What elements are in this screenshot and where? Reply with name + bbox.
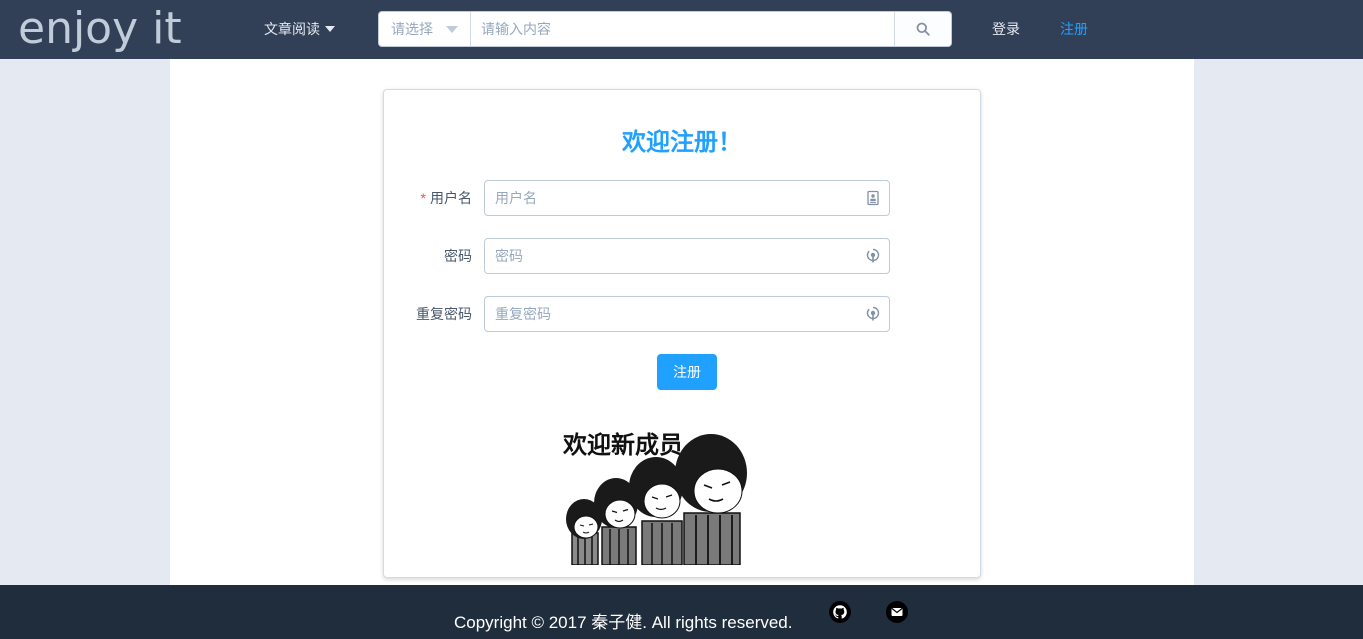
github-icon[interactable]: [828, 600, 852, 624]
username-label-text: 用户名: [430, 190, 472, 206]
search-category-select[interactable]: 请选择: [379, 12, 471, 46]
nav-login-link[interactable]: 登录: [992, 19, 1020, 39]
password-lock-icon: [866, 248, 880, 263]
search-bar: 请选择: [378, 11, 952, 47]
site-logo[interactable]: enjoy it: [18, 2, 182, 56]
register-submit-button[interactable]: 注册: [657, 354, 717, 390]
password-label: 密码: [444, 248, 472, 264]
copyright-text: Copyright © 2017 秦子健. All rights reserve…: [454, 613, 793, 632]
repeat-password-field-wrap: [484, 296, 890, 332]
register-title: 欢迎注册！: [622, 129, 742, 156]
username-row: * 用户名: [384, 180, 980, 216]
password-field-wrap: [484, 238, 890, 274]
nav-article-read-label: 文章阅读: [264, 21, 320, 37]
nav-register-link[interactable]: 注册: [1060, 19, 1088, 39]
username-input[interactable]: [485, 181, 889, 215]
page-footer: Copyright © 2017 秦子健. All rights reserve…: [0, 585, 1363, 639]
password-row: 密码: [384, 238, 980, 274]
required-asterisk: *: [420, 190, 426, 206]
caret-down-icon: [446, 25, 458, 33]
search-input[interactable]: [471, 12, 894, 46]
username-field-wrap: [484, 180, 890, 216]
welcome-meme-image: 欢迎新成员: [556, 415, 806, 565]
username-label: * 用户名: [421, 180, 472, 216]
password-lock-icon: [866, 306, 880, 321]
meme-cartoon-figures: [566, 434, 747, 565]
search-icon: [916, 22, 930, 36]
caret-down-icon: [325, 26, 335, 32]
top-navbar: enjoy it 文章阅读 请选择 登录 注册: [0, 0, 1363, 59]
repeat-password-label: 重复密码: [416, 306, 472, 322]
password-input[interactable]: [485, 239, 889, 273]
repeat-password-row: 重复密码: [384, 296, 980, 332]
id-card-icon: [867, 190, 879, 206]
repeat-password-input[interactable]: [485, 297, 889, 331]
register-card: 欢迎注册！ *用户名 密码 重: [383, 89, 981, 578]
search-button[interactable]: [894, 12, 951, 46]
nav-article-read-dropdown[interactable]: 文章阅读: [264, 19, 335, 39]
search-category-placeholder: 请选择: [391, 21, 433, 37]
mail-icon[interactable]: [885, 600, 909, 624]
